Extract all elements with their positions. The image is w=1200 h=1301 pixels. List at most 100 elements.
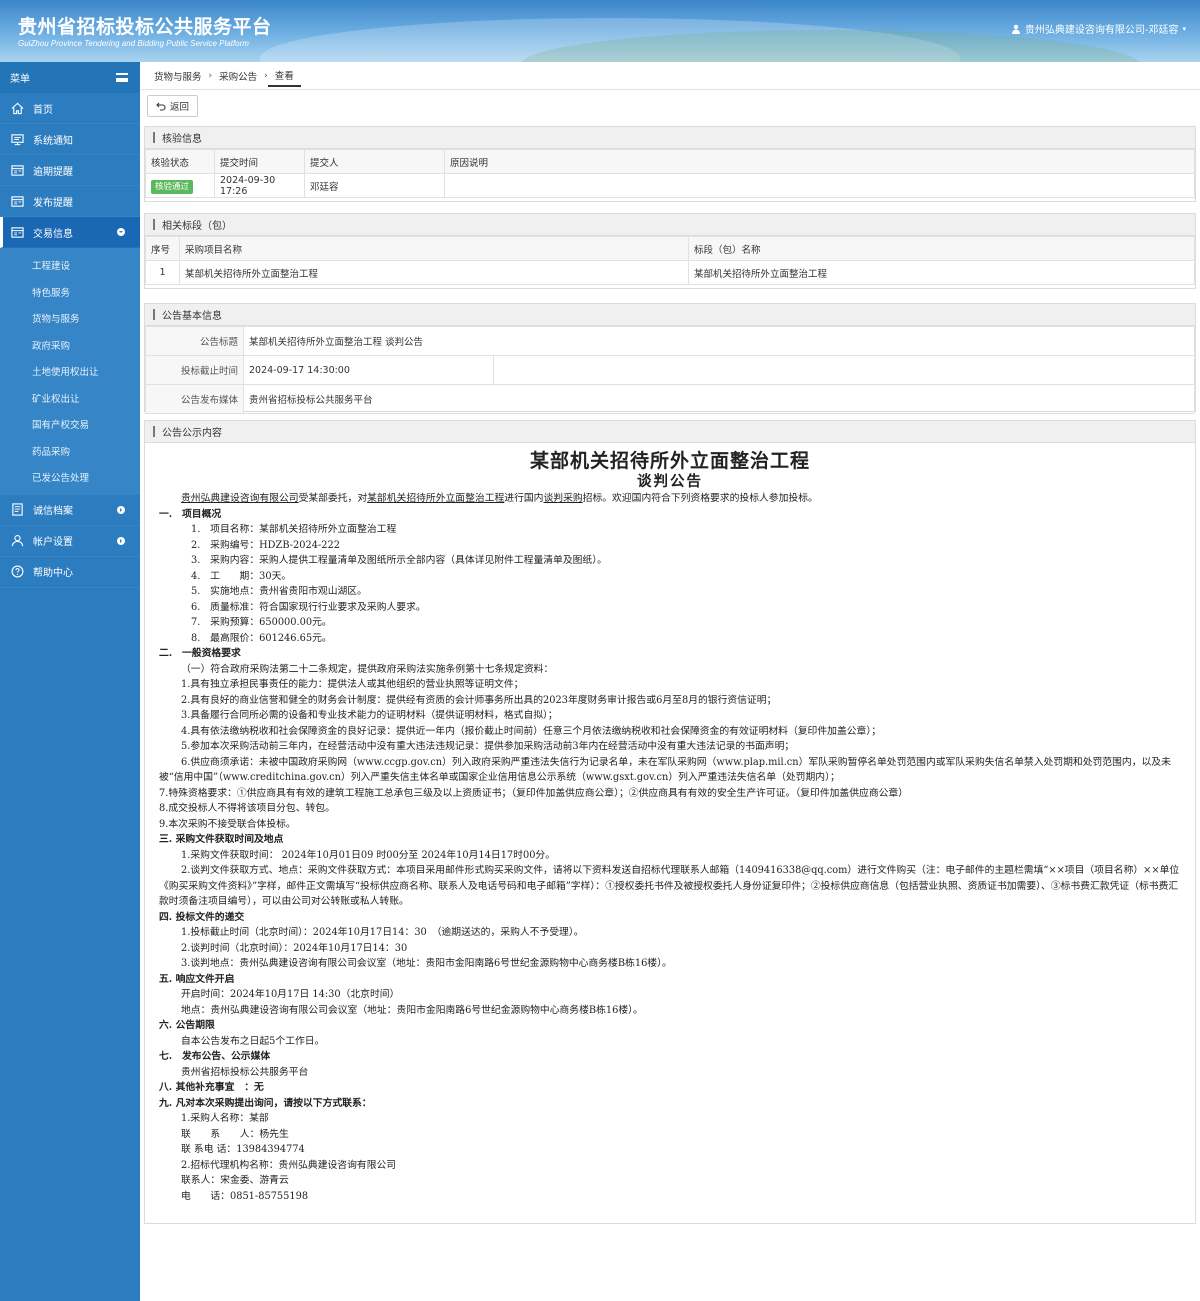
- breadcrumb-item[interactable]: 货物与服务: [147, 69, 209, 83]
- panel-title: 核验信息: [145, 127, 1195, 149]
- list-item: 2.谈判文件获取方式、地点：采购文件获取方式：本项目采用邮件形式购买采购文件，请…: [159, 865, 1180, 907]
- top-header: 贵州省招标投标公共服务平台 GuiZhou Province Tendering…: [0, 0, 1200, 62]
- user-menu[interactable]: 贵州弘典建设咨询有限公司-邓廷容 ▾: [1011, 21, 1186, 36]
- section-heading: 九. 凡对本次采购提出询问，请按以下方式联系：: [159, 1097, 372, 1109]
- sidebar-item-credit[interactable]: 诚信档案: [0, 495, 140, 526]
- section-heading: 八. 其他补充事宜 ：无: [159, 1082, 264, 1093]
- submenu-item-medicine[interactable]: 药品采购: [0, 438, 140, 465]
- sidebar-item-notice[interactable]: 系统通知: [0, 124, 140, 155]
- chevron-right-icon: [117, 536, 125, 545]
- submenu-item-mining[interactable]: 矿业权出让: [0, 385, 140, 412]
- chevron-right-icon: [117, 505, 125, 514]
- sidebar-item-label: 发布提醒: [33, 197, 73, 209]
- sidebar-item-label: 系统通知: [33, 135, 73, 147]
- section-heading: 六. 公告期限: [159, 1020, 215, 1031]
- platform-subtitle: GuiZhou Province Tendering and Bidding P…: [18, 39, 249, 48]
- chevron-down-icon: [117, 228, 125, 236]
- list-item: 8.成交投标人不得将该项目分包、转包。: [159, 803, 335, 814]
- home-icon: [10, 101, 24, 115]
- caret-down-icon: ▾: [1182, 24, 1186, 33]
- document-icon: [10, 503, 24, 517]
- submenu-item-state-assets[interactable]: 国有产权交易: [0, 411, 140, 438]
- info-label: 公告发布媒体: [145, 384, 244, 414]
- info-row: 公告标题 某部机关招待所外立面整治工程 谈判公告: [145, 326, 1195, 356]
- info-row: 公告发布媒体 贵州省招标投标公共服务平台: [145, 384, 1195, 414]
- monitor-icon: [10, 132, 24, 146]
- user-icon: [1011, 24, 1020, 34]
- panel-title-text: 公告公示内容: [162, 428, 222, 439]
- list-item: 1.采购文件获取时间： 2024年10月01日09 时00分至 2024年10月…: [181, 849, 556, 861]
- sidebar-item-help[interactable]: 帮助中心: [0, 557, 140, 588]
- list-item: 自本公告发布之日起5个工作日。: [181, 1035, 325, 1047]
- table-cell: 邓廷容: [304, 173, 445, 198]
- help-icon: [10, 565, 24, 579]
- hamburger-icon[interactable]: [116, 73, 128, 82]
- panel-title-text: 相关标段（包）: [162, 221, 232, 232]
- table-cell: 1: [145, 260, 180, 285]
- sidebar: 菜单 首页 系统通知 逾期提醒 发布提醒 交易信息 工程建设 特色服务 货物与服…: [0, 62, 140, 1301]
- main-content: 货物与服务 › 采购公告 › 查看 返回 核验信息 核验状态 提交时间 提交人 …: [141, 62, 1200, 1301]
- verify-table: 核验状态 提交时间 提交人 原因说明 核验通过 2024-09-30 17:26…: [145, 149, 1195, 198]
- panel-title: 公告基本信息: [145, 304, 1195, 326]
- section-heading: 二. 一般资格要求: [159, 648, 241, 659]
- list-item: 5.参加本次采购活动前三年内，在经营活动中没有重大违法违规记录：提供参加采购活动…: [181, 741, 795, 752]
- list-item: 2.招标代理机构名称：贵州弘典建设咨询有限公司: [181, 1159, 397, 1171]
- status-badge: 核验通过: [151, 179, 194, 194]
- sidebar-item-label: 逾期提醒: [33, 166, 73, 178]
- sidebar-item-home[interactable]: 首页: [0, 93, 140, 124]
- verify-panel: 核验信息 核验状态 提交时间 提交人 原因说明 核验通过 2024-09-30 …: [144, 126, 1196, 202]
- breadcrumb-item[interactable]: 采购公告: [212, 69, 264, 83]
- document-subtitle: 谈判公告: [637, 473, 703, 490]
- column-header: 原因说明: [444, 149, 1195, 174]
- breadcrumb-current: 查看: [267, 68, 301, 87]
- submenu-item-land[interactable]: 土地使用权出让: [0, 358, 140, 385]
- sidebar-item-label: 诚信档案: [33, 506, 73, 517]
- toolbar: 返回: [141, 90, 1200, 122]
- table-cell: 2024-09-30 17:26: [214, 173, 305, 198]
- section-heading: 七. 发布公告、公示媒体: [159, 1051, 271, 1062]
- undo-icon: [156, 102, 166, 111]
- list-item: 联系人：宋金委、游青云: [181, 1175, 289, 1186]
- column-header: 核验状态: [145, 149, 215, 174]
- list-item: 8. 最高限价：601246.65元。: [191, 632, 332, 644]
- list-item: 电 话：0851-85755198: [181, 1190, 309, 1202]
- sidebar-item-label: 交易信息: [33, 228, 73, 240]
- column-header: 标段（包）名称: [688, 236, 1195, 261]
- list-item: 开启时间：2024年10月17日 14:30（北京时间）: [181, 989, 400, 1000]
- content-panel: 公告公示内容 某部机关招待所外立面整治工程 谈判公告 贵州弘典建设咨询有限公司受…: [144, 420, 1196, 1224]
- panel-title-text: 公告基本信息: [162, 311, 222, 322]
- list-item: 5. 实施地点：贵州省贵阳市观山湖区。: [191, 586, 367, 597]
- panel-title-text: 核验信息: [162, 134, 202, 145]
- column-header: 序号: [145, 236, 180, 261]
- user-name: 贵州弘典建设咨询有限公司-邓廷容: [1024, 25, 1179, 36]
- table-cell: 某部机关招待所外立面整治工程: [179, 260, 689, 285]
- sections-table: 序号 采购项目名称 标段（包）名称 1 某部机关招待所外立面整治工程 某部机关招…: [145, 236, 1195, 285]
- sidebar-item-overdue[interactable]: 逾期提醒: [0, 155, 140, 186]
- list-icon: [10, 194, 24, 208]
- procurement-method: 谈判采购: [543, 493, 583, 504]
- submenu-item-engineering[interactable]: 工程建设: [0, 252, 140, 279]
- list-icon: [10, 225, 24, 239]
- sidebar-item-trade[interactable]: 交易信息: [0, 217, 140, 248]
- list-item: 1. 项目名称：某部机关招待所外立面整治工程: [191, 524, 397, 535]
- table-cell: [444, 173, 1195, 198]
- submenu-item-goods[interactable]: 货物与服务: [0, 305, 140, 332]
- breadcrumb: 货物与服务 › 采购公告 › 查看: [141, 62, 1200, 90]
- list-icon: [10, 163, 24, 177]
- sidebar-item-publish[interactable]: 发布提醒: [0, 186, 140, 217]
- submenu-item-published[interactable]: 已发公告处理: [0, 464, 140, 491]
- submenu-item-gov-purchase[interactable]: 政府采购: [0, 332, 140, 359]
- list-item: 2. 采购编号：HDZB-2024-222: [191, 539, 340, 551]
- user-icon: [10, 534, 24, 548]
- list-item: 联 系电 话：13984394774: [181, 1144, 305, 1155]
- section-heading: 四. 投标文件的递交: [159, 911, 245, 923]
- list-item: 1.投标截止时间（北京时间）：2024年10月17日14：30 （逾期送达的，采…: [181, 927, 584, 938]
- table-cell: 某部机关招待所外立面整治工程: [688, 260, 1195, 285]
- list-item: 9.本次采购不接受联合体投标。: [159, 818, 296, 830]
- sidebar-item-account[interactable]: 帐户设置: [0, 526, 140, 557]
- back-button[interactable]: 返回: [147, 95, 199, 117]
- list-item: 3.谈判地点：贵州弘典建设咨询有限公司会议室（地址：贵阳市金阳南路6号世纪金源购…: [181, 958, 672, 969]
- list-item: 贵州省招标投标公共服务平台: [181, 1066, 309, 1078]
- info-label: 公告标题: [145, 326, 244, 356]
- submenu-item-special[interactable]: 特色服务: [0, 279, 140, 306]
